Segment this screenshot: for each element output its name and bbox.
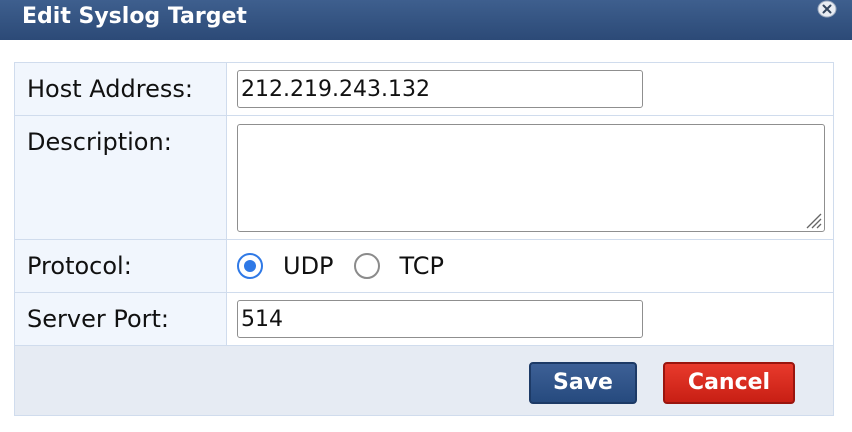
host-address-row: Host Address: bbox=[14, 62, 834, 116]
protocol-label: Protocol: bbox=[14, 239, 227, 293]
dialog-title: Edit Syslog Target bbox=[22, 4, 247, 29]
resize-grip-icon[interactable] bbox=[801, 208, 823, 230]
description-label: Description: bbox=[14, 115, 227, 240]
close-icon[interactable] bbox=[816, 0, 838, 18]
save-button[interactable]: Save bbox=[529, 362, 637, 404]
udp-label[interactable]: UDP bbox=[283, 252, 334, 280]
description-textarea[interactable] bbox=[237, 123, 825, 232]
tcp-radio[interactable] bbox=[353, 253, 380, 279]
description-row: Description: bbox=[14, 115, 834, 240]
dialog-footer: Save Cancel bbox=[14, 346, 834, 416]
tcp-label[interactable]: TCP bbox=[400, 252, 444, 280]
edit-syslog-dialog: Edit Syslog Target Host Address: Descrip… bbox=[0, 0, 852, 432]
server-port-input[interactable] bbox=[237, 300, 643, 338]
host-address-input[interactable] bbox=[237, 70, 643, 108]
dialog-titlebar: Edit Syslog Target bbox=[0, 0, 852, 40]
protocol-radio-group: UDP TCP bbox=[227, 240, 833, 292]
protocol-row: Protocol: UDP TCP bbox=[14, 239, 834, 293]
syslog-form: Host Address: Description: Protocol: bbox=[14, 62, 834, 346]
server-port-label: Server Port: bbox=[14, 292, 227, 346]
cancel-button[interactable]: Cancel bbox=[663, 362, 795, 404]
udp-radio[interactable] bbox=[237, 253, 263, 279]
host-address-label: Host Address: bbox=[14, 62, 227, 116]
server-port-row: Server Port: bbox=[14, 292, 834, 346]
